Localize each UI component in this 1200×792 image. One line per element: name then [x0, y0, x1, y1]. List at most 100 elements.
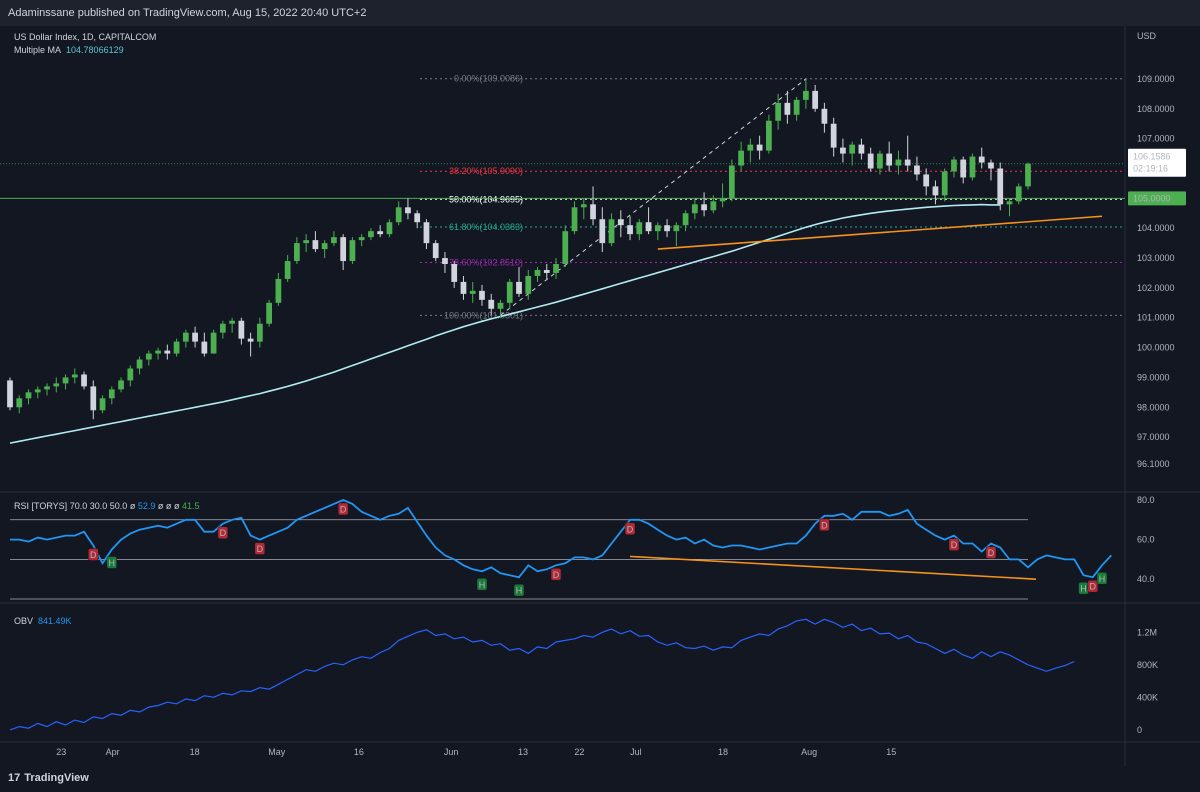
level-price-label: 105.0000 — [1133, 193, 1171, 203]
candle-body — [432, 243, 439, 259]
candle-body — [867, 153, 874, 169]
candle-body — [442, 258, 448, 265]
candle-body — [257, 323, 263, 342]
candle-body — [395, 207, 402, 223]
candle-body — [247, 338, 254, 342]
candle-body — [229, 320, 235, 324]
candle-body — [932, 186, 939, 196]
chart-canvas[interactable]: USD109.0000108.0000107.0000106.0000105.0… — [0, 26, 1200, 766]
rsi-marker-label: D — [553, 570, 560, 580]
rsi-marker-label: D — [90, 550, 97, 560]
candle-body — [460, 281, 467, 294]
candle-body — [636, 222, 643, 235]
candle-body — [821, 108, 828, 124]
candle-body — [451, 264, 458, 282]
rsi-marker-label: H — [1080, 584, 1087, 594]
y-tick-label: 97.0000 — [1137, 432, 1170, 442]
y-tick-label: 103.0000 — [1137, 253, 1175, 263]
candle-body — [516, 281, 522, 294]
candle-body — [53, 383, 60, 387]
candle-body — [386, 222, 393, 235]
y-axis-unit: USD — [1137, 31, 1157, 41]
candle-body — [81, 374, 87, 387]
candle-body — [136, 359, 143, 369]
rsi-tick-label: 40.0 — [1137, 574, 1155, 584]
candle-body — [182, 332, 189, 342]
fib-trend-line — [500, 78, 807, 316]
candle-body — [849, 144, 856, 154]
candle-body — [673, 225, 680, 232]
candle-body — [775, 102, 781, 121]
candle-body — [497, 302, 504, 309]
rsi-line — [10, 499, 1112, 579]
y-tick-label: 104.0000 — [1137, 223, 1175, 233]
rsi-marker-label: H — [516, 586, 523, 596]
x-tick-label: Aug — [801, 747, 817, 757]
rsi-trend-line — [630, 555, 1037, 580]
candle-body — [1015, 186, 1022, 202]
candle-body — [340, 237, 347, 262]
candle-body — [312, 240, 319, 250]
candle-body — [608, 219, 615, 244]
candle-body — [108, 389, 115, 399]
rsi-param-1: 70.0 — [69, 501, 88, 511]
y-tick-label: 107.0000 — [1137, 134, 1175, 144]
x-tick-label: 18 — [190, 747, 200, 757]
candle-body — [738, 150, 744, 166]
candle-body — [423, 222, 430, 244]
rsi-param-6: ø — [165, 501, 172, 511]
fib-level-label: 0.00%(109.0086) — [454, 74, 523, 84]
rsi-marker-label: H — [1099, 574, 1106, 584]
candle-body — [645, 222, 652, 232]
candle-body — [664, 225, 670, 232]
candle-body — [923, 174, 930, 187]
candle-body — [1006, 201, 1013, 205]
y-tick-label: 109.0000 — [1137, 74, 1175, 84]
fib-level-label: 100.00%(101.0801) — [444, 310, 523, 320]
tradingview-logo[interactable]: 17 TradingView — [8, 772, 89, 784]
candle-body — [479, 290, 485, 300]
candle-body — [627, 225, 633, 235]
publish-info: Adaminssane published on TradingView.com… — [8, 7, 367, 19]
rsi-marker-label: D — [220, 528, 227, 538]
candle-body — [858, 144, 865, 154]
x-tick-label: 23 — [56, 747, 66, 757]
candle-body — [960, 159, 967, 178]
candle-body — [155, 350, 161, 354]
obv-value: 841.49K — [38, 616, 72, 626]
rsi-marker-label: D — [988, 548, 995, 558]
candle-body — [358, 237, 365, 241]
candle-body — [728, 165, 735, 199]
candle-body — [534, 269, 541, 276]
candle-body — [904, 159, 911, 166]
candle-body — [997, 168, 1004, 205]
obv-label: OBV — [14, 616, 34, 626]
candle-body — [99, 398, 106, 411]
candle-body — [219, 323, 226, 333]
rsi-marker-label: H — [109, 558, 116, 568]
rsi-marker-label: D — [1090, 582, 1097, 592]
candle-body — [710, 201, 717, 211]
candle-countdown: 02:19:16 — [1133, 164, 1168, 174]
candle-body — [331, 237, 337, 244]
tv-logo-icon: 17 — [8, 772, 21, 784]
rsi-param-3: 50.0 — [109, 501, 128, 511]
fib-level-label: 61.80%(104.0383) — [449, 222, 523, 232]
candle-body — [617, 219, 624, 226]
candle-body — [886, 153, 893, 166]
rsi-label: RSI [TORYS] — [14, 501, 68, 511]
candle-body — [525, 275, 532, 294]
rsi-marker-label: D — [821, 520, 828, 530]
candle-body — [44, 386, 50, 390]
candle-body — [488, 299, 495, 309]
candle-body — [173, 341, 180, 354]
candle-body — [284, 261, 291, 279]
candle-body — [766, 120, 772, 151]
main-legend: US Dollar Index, 1D, CAPITALCOM Multiple… — [14, 32, 156, 55]
candle-body — [914, 165, 920, 175]
candle-body — [192, 332, 198, 342]
candle-body — [895, 159, 902, 166]
y-tick-label: 102.0000 — [1137, 283, 1175, 293]
fib-level-label: 78.60%(102.8510) — [449, 257, 523, 267]
x-tick-label: 13 — [518, 747, 528, 757]
